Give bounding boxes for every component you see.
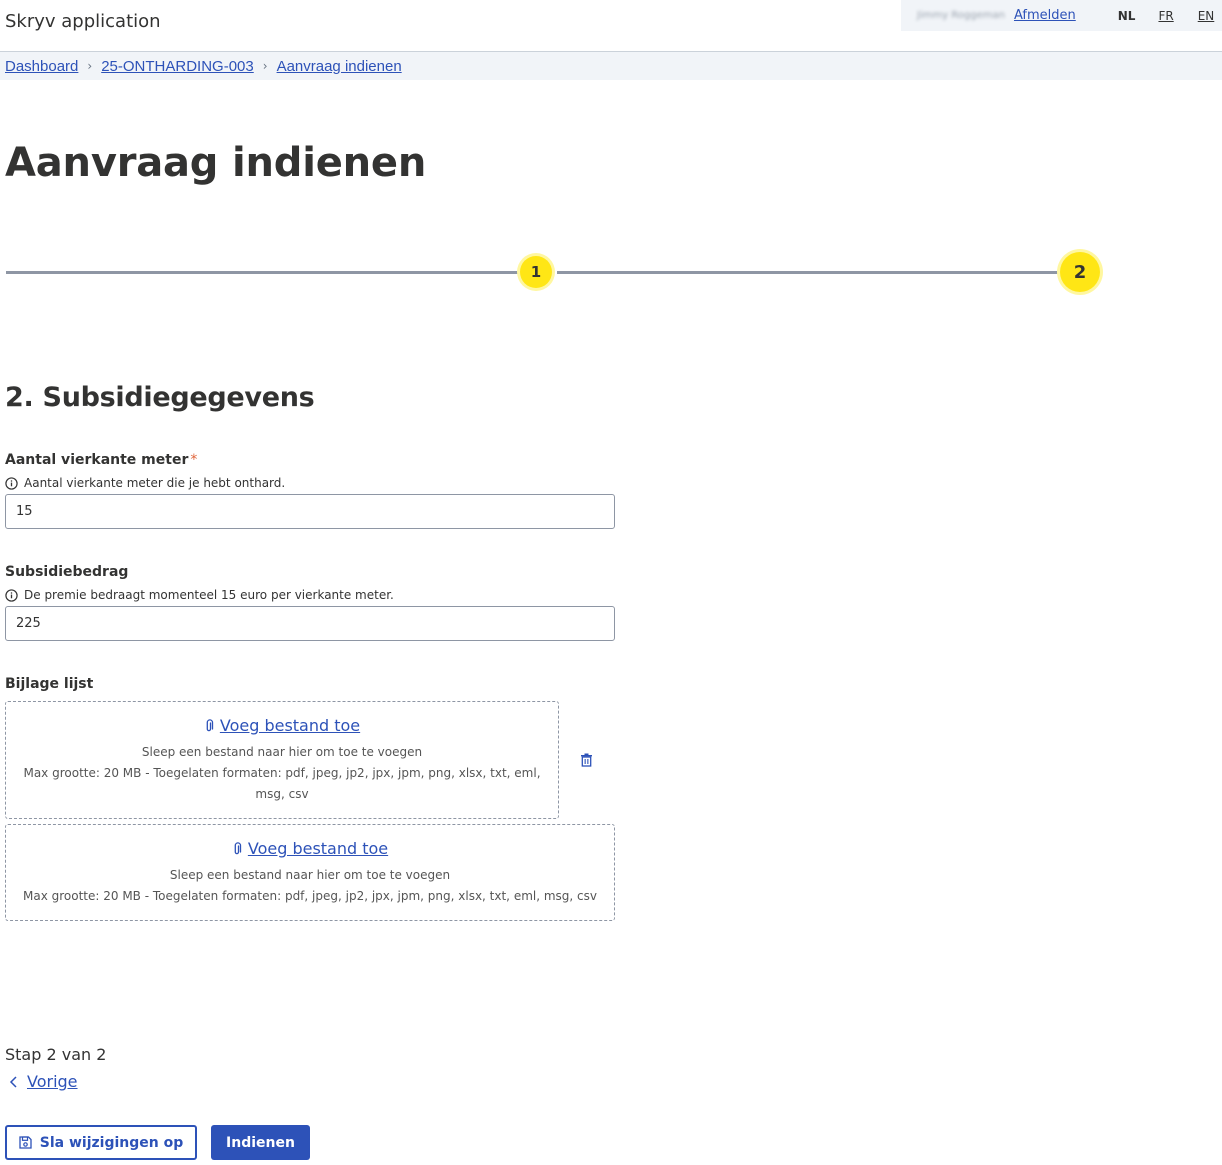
save-button-label: Sla wijzigingen op: [39, 1134, 184, 1151]
amount-hint: De premie bedraagt momenteel 15 euro per…: [5, 588, 394, 602]
amount-label: Subsidiebedrag: [5, 564, 129, 580]
drag-text: Sleep een bestand naar hier om toe te vo…: [169, 867, 451, 882]
lang-en[interactable]: EN: [1186, 9, 1222, 23]
file-dropzone[interactable]: Voeg bestand toe Sleep een bestand naar …: [5, 701, 559, 819]
back-link-text: Vorige: [27, 1072, 78, 1091]
info-icon: [5, 588, 18, 602]
logout-link[interactable]: Afmelden: [1005, 8, 1106, 23]
area-hint-text: Aantal vierkante meter die je hebt ontha…: [24, 476, 286, 490]
file-dropzone[interactable]: Voeg bestand toe Sleep een bestand naar …: [5, 824, 615, 921]
lang-nl[interactable]: NL: [1106, 9, 1147, 23]
progress-bar: 1 2: [6, 252, 1106, 292]
top-bar: Skryv application Jimmy Roggeman Afmelde…: [0, 0, 1222, 52]
user-name: Jimmy Roggeman: [917, 10, 1005, 21]
breadcrumb-current[interactable]: Aanvraag indienen: [277, 58, 402, 75]
chevron-left-icon: [9, 1075, 17, 1088]
page-title: Aanvraag indienen: [5, 140, 427, 186]
add-file-link[interactable]: Voeg bestand toe: [232, 839, 388, 858]
submit-button[interactable]: Indienen: [211, 1125, 310, 1160]
breadcrumb-dashboard[interactable]: Dashboard: [5, 58, 78, 75]
required-mark: *: [190, 452, 198, 468]
app-title: Skryv application: [5, 11, 161, 32]
attachments-label: Bijlage lijst: [5, 676, 94, 692]
user-bar: Jimmy Roggeman Afmelden NL FR EN: [901, 0, 1222, 31]
area-label: Aantal vierkante meter *: [5, 452, 197, 468]
trash-icon[interactable]: [580, 753, 593, 767]
step-2: 2: [1060, 252, 1100, 292]
breadcrumb-case[interactable]: 25-ONTHARDING-003: [101, 58, 254, 75]
paperclip-icon: [234, 841, 242, 854]
add-file-link-text: Voeg bestand toe: [247, 839, 389, 858]
drag-text: Sleep een bestand naar hier om toe te vo…: [141, 744, 423, 759]
amount-input[interactable]: 225: [5, 606, 615, 641]
lang-fr[interactable]: FR: [1146, 9, 1185, 23]
file-limits: Max grootte: 20 MB - Toegelaten formaten…: [23, 765, 541, 801]
step-1: 1: [520, 256, 552, 288]
chevron-right-icon: ›: [87, 59, 93, 73]
save-icon: [19, 1136, 32, 1149]
info-icon: [5, 476, 18, 490]
amount-hint-text: De premie bedraagt momenteel 15 euro per…: [24, 588, 394, 602]
progress-line: [557, 271, 1060, 274]
progress-line: [6, 271, 518, 274]
breadcrumb: Dashboard › 25-ONTHARDING-003 › Aanvraag…: [0, 52, 1222, 80]
file-limits: Max grootte: 20 MB - Toegelaten formaten…: [22, 888, 597, 903]
chevron-right-icon: ›: [262, 59, 268, 73]
section-title: 2. Subsidiegegevens: [5, 382, 315, 413]
add-file-link[interactable]: Voeg bestand toe: [204, 716, 360, 735]
area-hint: Aantal vierkante meter die je hebt ontha…: [5, 476, 285, 490]
area-label-text: Aantal vierkante meter: [5, 452, 189, 468]
area-input[interactable]: 15: [5, 494, 615, 529]
back-link[interactable]: Vorige: [9, 1072, 78, 1091]
paperclip-icon: [206, 718, 214, 731]
step-count: Stap 2 van 2: [5, 1045, 107, 1064]
save-button[interactable]: Sla wijzigingen op: [5, 1125, 197, 1160]
add-file-link-text: Voeg bestand toe: [219, 716, 361, 735]
